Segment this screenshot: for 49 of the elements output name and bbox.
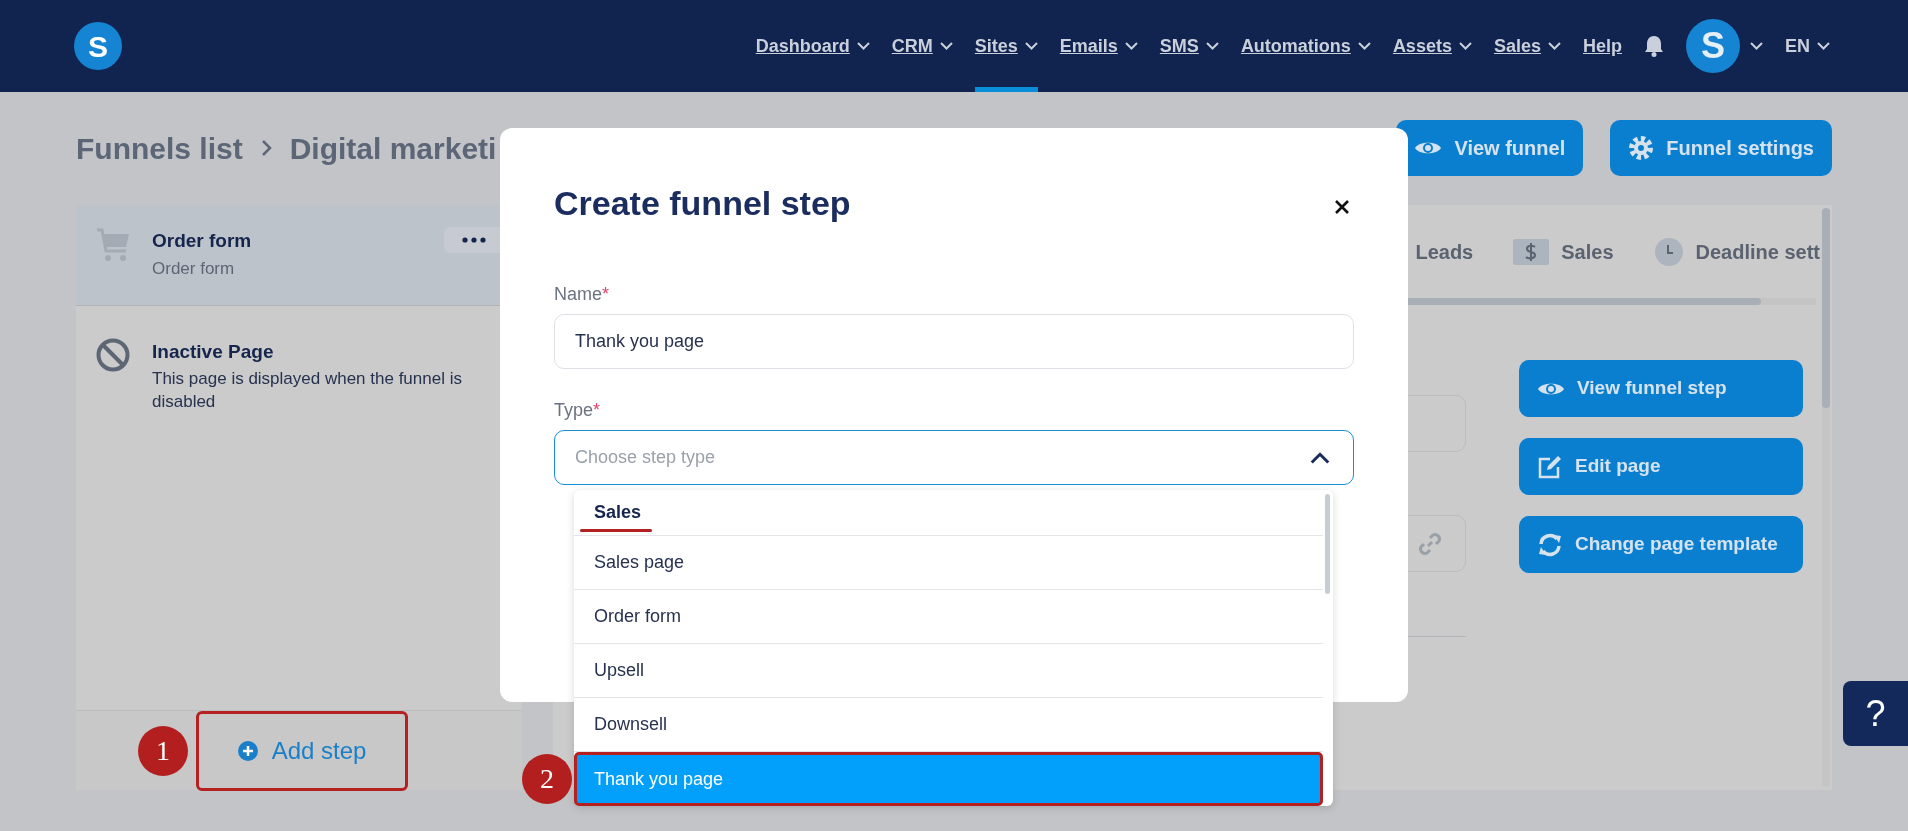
step-title: Order form <box>152 229 252 253</box>
logo[interactable]: S <box>74 22 122 70</box>
bell-icon[interactable] <box>1644 35 1664 57</box>
chevron-down-icon <box>1750 42 1763 50</box>
close-icon[interactable] <box>1334 199 1350 215</box>
dropdown-option[interactable]: Upsell <box>574 644 1323 698</box>
chevron-up-icon <box>1310 452 1330 464</box>
nav-link[interactable]: Emails <box>1059 0 1138 92</box>
clock-icon <box>1653 236 1684 267</box>
chevron-down-icon <box>1817 42 1830 50</box>
refresh-icon <box>1537 531 1563 558</box>
name-input[interactable]: Thank you page <box>554 314 1354 369</box>
help-button[interactable]: ? <box>1843 681 1908 746</box>
nav-link[interactable]: Assets <box>1392 0 1472 92</box>
chevron-right-icon <box>260 139 272 157</box>
nav-link[interactable]: Help <box>1582 0 1622 92</box>
dollar-icon <box>1513 238 1550 265</box>
nav-link[interactable]: SMS <box>1159 0 1219 92</box>
nav-link[interactable]: CRM <box>891 0 953 92</box>
step-description: This page is displayed when the funnel is disabled <box>152 367 463 414</box>
nav-link[interactable]: Sales <box>1493 0 1561 92</box>
breadcrumb-item: Digital marketi <box>289 130 497 167</box>
ban-icon <box>96 338 130 372</box>
panel-tab[interactable]: Sales <box>1513 236 1614 267</box>
step-description: Order form <box>152 257 236 280</box>
callout-marker: 1 <box>138 726 188 776</box>
step-title: Inactive Page <box>152 340 275 364</box>
field-label: Name* <box>554 283 610 306</box>
edit-icon <box>1537 453 1563 480</box>
more-icon <box>462 237 486 243</box>
modal-title: Create funnel step <box>554 183 851 224</box>
panel-tab[interactable]: Deadline sett <box>1653 236 1820 267</box>
step-item[interactable]: Inactive Page This page is displayed when the funnel is disabled <box>76 306 522 415</box>
callout-marker: 2 <box>522 754 572 804</box>
language-selector[interactable]: EN <box>1785 0 1830 92</box>
cart-icon <box>96 227 130 263</box>
nav-link[interactable]: Dashboard <box>755 0 870 92</box>
scrollbar[interactable] <box>1325 494 1330 594</box>
plus-circle-icon <box>237 741 258 761</box>
type-select[interactable]: Choose step type <box>554 430 1354 485</box>
nav-link[interactable]: Automations <box>1240 0 1371 92</box>
gear-icon <box>1628 135 1655 161</box>
nav-link[interactable]: Sites <box>974 0 1038 92</box>
dropdown-option[interactable]: Order form <box>574 590 1323 644</box>
option-group-label: Sales <box>574 490 1323 536</box>
panel-tab[interactable]: Leads <box>1415 236 1474 267</box>
field-label: Type* <box>554 399 601 422</box>
scrollbar[interactable] <box>1822 208 1830 787</box>
dropdown-option[interactable]: Sales page <box>574 536 1323 590</box>
